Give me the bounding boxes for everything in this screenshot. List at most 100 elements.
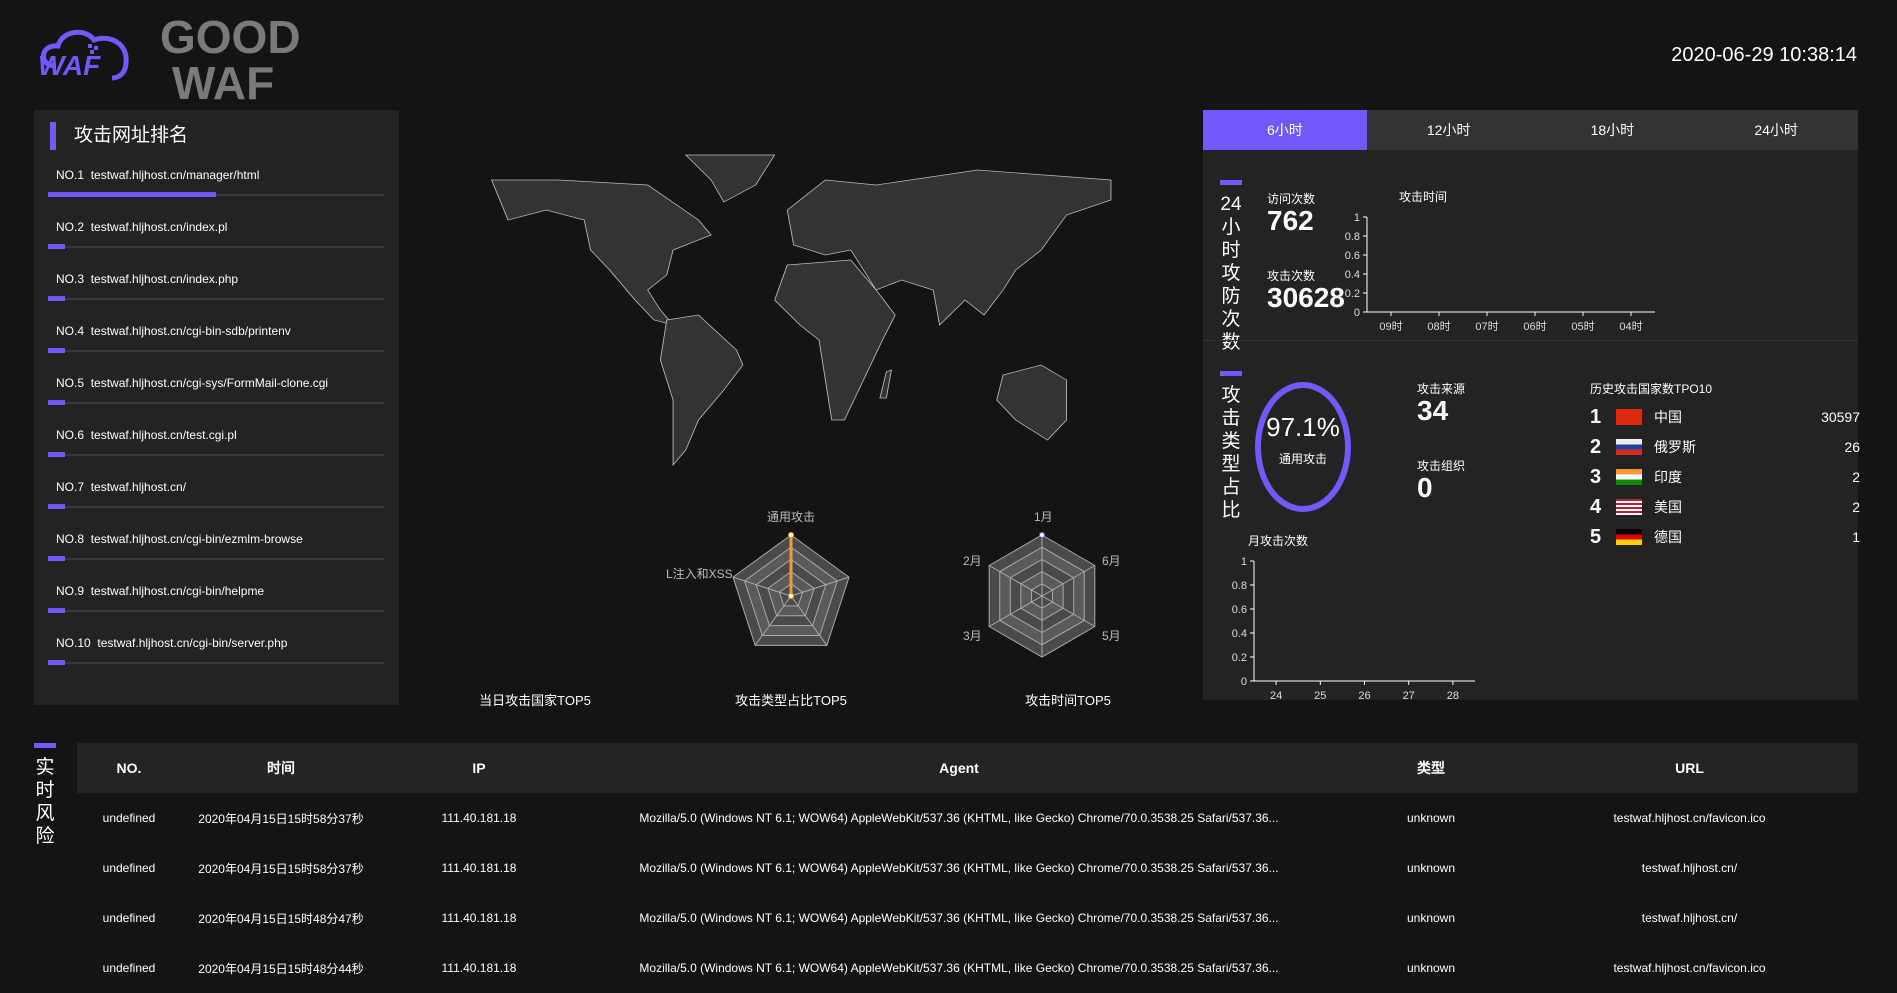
realtime-table: NO. 时间 IP Agent 类型 URL undefined 2020年04月…	[77, 743, 1858, 993]
url-rank-item[interactable]: NO.7 testwaf.hljhost.cn/	[48, 480, 384, 509]
rank-url: testwaf.hljhost.cn/manager/html	[90, 168, 260, 182]
section-title: 24小时攻防次数	[1220, 194, 1242, 353]
accent-bar	[1220, 371, 1242, 376]
rank-url: testwaf.hljhost.cn/index.php	[90, 272, 239, 286]
rank-url: testwaf.hljhost.cn/cgi-bin-sdb/printenv	[90, 324, 291, 338]
rank-bar-fill	[48, 296, 65, 301]
rank-bar	[48, 660, 384, 665]
country-name: 俄罗斯	[1654, 439, 1696, 455]
section-title: 攻击类型占比	[1221, 385, 1241, 521]
chart-title: 月攻击次数	[1248, 534, 1309, 548]
country-row: 4 美国 2	[1590, 495, 1860, 519]
url-rank-item[interactable]: NO.2 testwaf.hljhost.cn/index.pl	[48, 220, 384, 249]
flag-cn-icon	[1616, 409, 1642, 425]
col-time: 时间	[267, 760, 295, 776]
cell: unknown	[1406, 811, 1456, 825]
percent-ring	[1255, 382, 1351, 512]
australia	[996, 364, 1067, 441]
country-count: 1	[1852, 529, 1860, 545]
country-name: 印度	[1654, 469, 1682, 485]
country-rank: 5	[1590, 525, 1602, 548]
attack-type-radar	[732, 532, 850, 646]
rank-bar	[48, 608, 384, 613]
url-rank-item[interactable]: NO.3 testwaf.hljhost.cn/index.php	[48, 272, 384, 301]
brand-name: GOOD WAF	[160, 11, 301, 109]
col-agent: Agent	[939, 760, 979, 776]
table-header: NO. 时间 IP Agent 类型 URL	[77, 743, 1858, 793]
tab-12h[interactable]: 12小时	[1367, 110, 1531, 150]
visits-count: 762	[1267, 205, 1314, 236]
url-ranking-panel: 攻击网址排名 NO.1 testwaf.hljhost.cn/manager/h…	[34, 110, 399, 705]
rank-no: NO.7	[56, 480, 85, 494]
col-ip: IP	[472, 760, 486, 776]
cell: testwaf.hljhost.cn/favicon.ico	[1613, 811, 1766, 825]
url-rank-item[interactable]: NO.5 testwaf.hljhost.cn/cgi-sys/FormMail…	[48, 376, 384, 405]
rank-url: testwaf.hljhost.cn/cgi-bin/server.php	[97, 636, 288, 650]
rank-bar-fill	[48, 452, 65, 457]
rank-no: NO.6	[56, 428, 85, 442]
country-row: 1 中国 30597	[1590, 405, 1860, 429]
map-title: 当日攻击国家TOP5	[479, 693, 591, 708]
tab-24h[interactable]: 24小时	[1694, 110, 1858, 150]
table-row[interactable]: undefined 2020年04月15日15时58分37秒 111.40.181.…	[77, 843, 1858, 893]
url-rank-item[interactable]: NO.4 testwaf.hljhost.cn/cgi-bin-sdb/prin…	[48, 324, 384, 353]
cell: testwaf.hljhost.cn/	[1641, 861, 1738, 875]
cell: Mozilla/5.0 (Windows NT 6.1; WOW64) Appl…	[639, 811, 1279, 825]
rank-url: testwaf.hljhost.cn/test.cgi.pl	[90, 428, 237, 442]
rank-url: testwaf.hljhost.cn/cgi-bin/ezmlm-browse	[90, 532, 303, 546]
realtime-title: 实时风险	[35, 757, 55, 847]
cell: unknown	[1406, 861, 1456, 875]
rank-no: NO.4	[56, 324, 85, 338]
country-rank: 1	[1590, 405, 1602, 428]
url-rank-text: NO.2 testwaf.hljhost.cn/index.pl	[48, 220, 384, 242]
south-america	[659, 314, 744, 467]
time-radar-title: 攻击时间TOP5	[1025, 693, 1111, 708]
table-row[interactable]: undefined 2020年04月15日15时58分37秒 111.40.181.…	[77, 793, 1858, 843]
url-rank-item[interactable]: NO.9 testwaf.hljhost.cn/cgi-bin/helpme	[48, 584, 384, 613]
rank-bar	[48, 192, 384, 197]
cell: Mozilla/5.0 (Windows NT 6.1; WOW64) Appl…	[639, 861, 1279, 875]
radar-label: 5月	[1102, 629, 1121, 643]
chart-title: 攻击时间	[1399, 190, 1448, 204]
country-count: 30597	[1821, 409, 1860, 425]
col-no: NO.	[116, 760, 142, 776]
tab-18h[interactable]: 18小时	[1531, 110, 1695, 150]
time-range-tabs: 6小时 12小时 18小时 24小时	[1203, 110, 1858, 150]
north-america	[490, 179, 712, 326]
url-rank-text: NO.6 testwaf.hljhost.cn/test.cgi.pl	[48, 428, 384, 450]
radar-point	[1039, 532, 1045, 538]
top-countries-title: 历史攻击国家数TPO10	[1590, 382, 1713, 396]
flag-us-icon	[1616, 499, 1642, 515]
country-name: 美国	[1654, 499, 1682, 515]
url-rank-item[interactable]: NO.8 testwaf.hljhost.cn/cgi-bin/ezmlm-br…	[48, 532, 384, 561]
panel-title: 攻击网址排名	[50, 122, 188, 150]
accent-bar	[1220, 180, 1242, 185]
cell: 111.40.181.18	[441, 961, 517, 975]
source-count: 34	[1417, 395, 1449, 426]
radar-point	[788, 532, 794, 538]
table-row[interactable]: undefined 2020年04月15日15时48分47秒 111.40.181.…	[77, 893, 1858, 943]
rank-bar	[48, 504, 384, 509]
country-row: 2 俄罗斯 26	[1590, 435, 1860, 459]
radar-label: 通用攻击	[766, 510, 816, 524]
table-row[interactable]: undefined 2020年04月15日15时48分44秒 111.40.181.…	[77, 943, 1858, 993]
rank-url: testwaf.hljhost.cn/cgi-bin/helpme	[90, 584, 265, 598]
country-count: 2	[1852, 499, 1860, 515]
world-map[interactable]	[470, 140, 1130, 480]
logo-text: WAF	[38, 50, 101, 81]
tab-6h[interactable]: 6小时	[1203, 110, 1367, 150]
url-rank-text: NO.9 testwaf.hljhost.cn/cgi-bin/helpme	[48, 584, 384, 606]
cell: 111.40.181.18	[441, 911, 517, 925]
url-rank-item[interactable]: NO.6 testwaf.hljhost.cn/test.cgi.pl	[48, 428, 384, 457]
cell: 2020年04月15日15时48分47秒	[198, 911, 364, 926]
rank-no: NO.5	[56, 376, 85, 390]
madagascar	[879, 369, 892, 399]
current-datetime: 2020-06-29 10:38:14	[1671, 44, 1857, 66]
url-rank-item[interactable]: NO.10 testwaf.hljhost.cn/cgi-bin/server.…	[48, 636, 384, 665]
url-rank-item[interactable]: NO.1 testwaf.hljhost.cn/manager/html	[48, 168, 384, 197]
flag-ru-icon	[1616, 439, 1642, 455]
rank-bar	[48, 348, 384, 353]
cell: undefined	[102, 911, 156, 925]
rank-bar-fill	[48, 608, 65, 613]
url-rank-text: NO.10 testwaf.hljhost.cn/cgi-bin/server.…	[48, 636, 384, 658]
